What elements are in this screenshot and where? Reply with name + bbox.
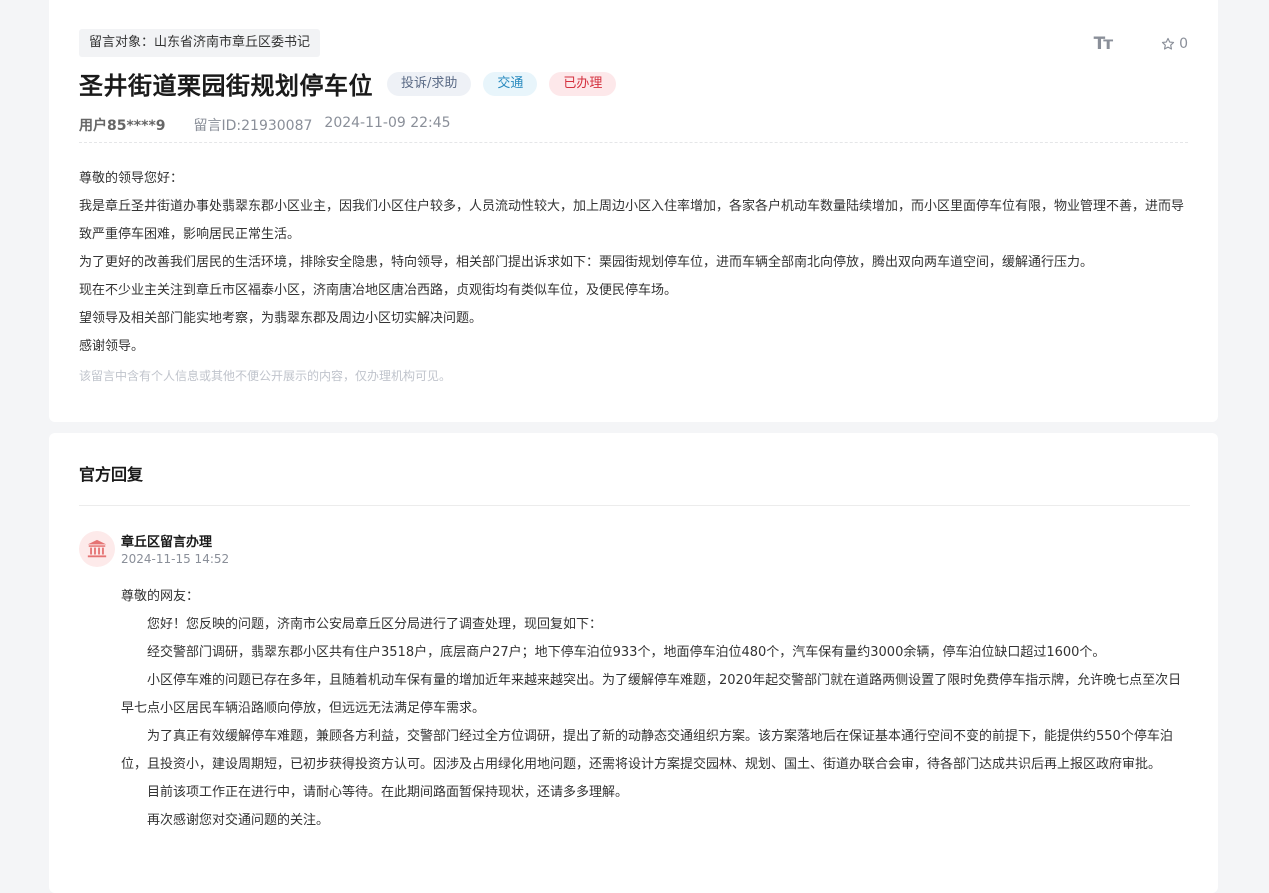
government-building-icon (87, 539, 107, 558)
message-tools: Tт 0 (1094, 34, 1188, 54)
reply-body: 尊敬的网友： 您好！您反映的问题，济南市公安局章丘区分局进行了调查处理，现回复如… (121, 583, 1190, 835)
message-meta: 用户85****9 留言ID:21930087 2024-11-09 22:45 (79, 115, 451, 135)
status-badge: 已办理 (549, 71, 617, 96)
org-avatar (79, 531, 115, 567)
message-body: 尊敬的领导您好： 我是章丘圣井街道办事处翡翠东郡小区业主，因我们小区住户较多，人… (79, 165, 1188, 361)
reply-divider (79, 505, 1190, 506)
message-paragraph: 我是章丘圣井街道办事处翡翠东郡小区业主，因我们小区住户较多，人员流动性较大，加上… (79, 199, 1185, 242)
category-badge: 交通 (483, 71, 538, 96)
message-id: 留言ID:21930087 (193, 118, 313, 134)
message-paragraph: 尊敬的领导您好： (79, 171, 184, 186)
message-title: 圣井街道栗园街规划停车位 (79, 72, 373, 100)
star-icon (1161, 37, 1175, 50)
message-paragraph: 感谢领导。 (79, 339, 145, 354)
reply-paragraph: 再次感谢您对交通问题的关注。 (147, 813, 330, 828)
privacy-note: 该留言中含有个人信息或其他不便公开展示的内容，仅办理机构可见。 (79, 369, 452, 383)
reply-paragraph: 小区停车难的问题已存在多年，且随着机动车保有量的增加近年来越来越突出。为了缓解停… (121, 673, 1182, 716)
reply-section-title: 官方回复 (79, 465, 144, 484)
reply-paragraph: 您好！您反映的问题，济南市公安局章丘区分局进行了调查处理，现回复如下： (147, 617, 603, 632)
message-datetime: 2024-11-09 22:45 (324, 115, 451, 131)
message-paragraph: 望领导及相关部门能实地考察，为翡翠东郡及周边小区切实解决问题。 (79, 311, 483, 326)
user-name: 用户85****9 (79, 118, 166, 134)
reply-greeting: 尊敬的网友： (121, 589, 200, 604)
favorite-count: 0 (1179, 36, 1188, 52)
meta-divider (79, 142, 1188, 143)
title-row: 圣井街道栗园街规划停车位 投诉/求助 交通 已办理 (79, 66, 628, 101)
message-card: 留言对象：山东省济南市章丘区委书记 Tт 0 圣井街道栗园街规划停车位 投诉/求… (49, 0, 1218, 422)
reply-paragraph: 经交警部门调研，翡翠东郡小区共有住户3518户，底层商户27户；地下停车泊位93… (147, 645, 1106, 660)
reply-org-name: 章丘区留言办理 (121, 535, 213, 550)
reply-paragraph: 目前该项工作正在进行中，请耐心等待。在此期间路面暂保持现状，还请多多理解。 (147, 785, 629, 800)
font-size-icon[interactable]: Tт (1094, 34, 1114, 54)
reply-datetime: 2024-11-15 14:52 (121, 552, 230, 566)
message-target-tag: 留言对象：山东省济南市章丘区委书记 (79, 29, 321, 57)
official-reply-card: 官方回复 章丘区留言办理 2024-11-15 14:52 尊敬的网友： 您好！… (49, 433, 1218, 893)
message-paragraph: 现在不少业主关注到章丘市区福泰小区，济南唐冶地区唐冶西路，贞观街均有类似车位，及… (79, 283, 678, 298)
message-paragraph: 为了更好的改善我们居民的生活环境，排除安全隐患，特向领导，相关部门提出诉求如下：… (79, 255, 1094, 270)
reply-paragraph: 为了真正有效缓解停车难题，兼顾各方利益，交警部门经过全方位调研，提出了新的动静态… (121, 729, 1173, 772)
type-badge: 投诉/求助 (387, 71, 472, 96)
favorite-button[interactable]: 0 (1161, 36, 1188, 52)
